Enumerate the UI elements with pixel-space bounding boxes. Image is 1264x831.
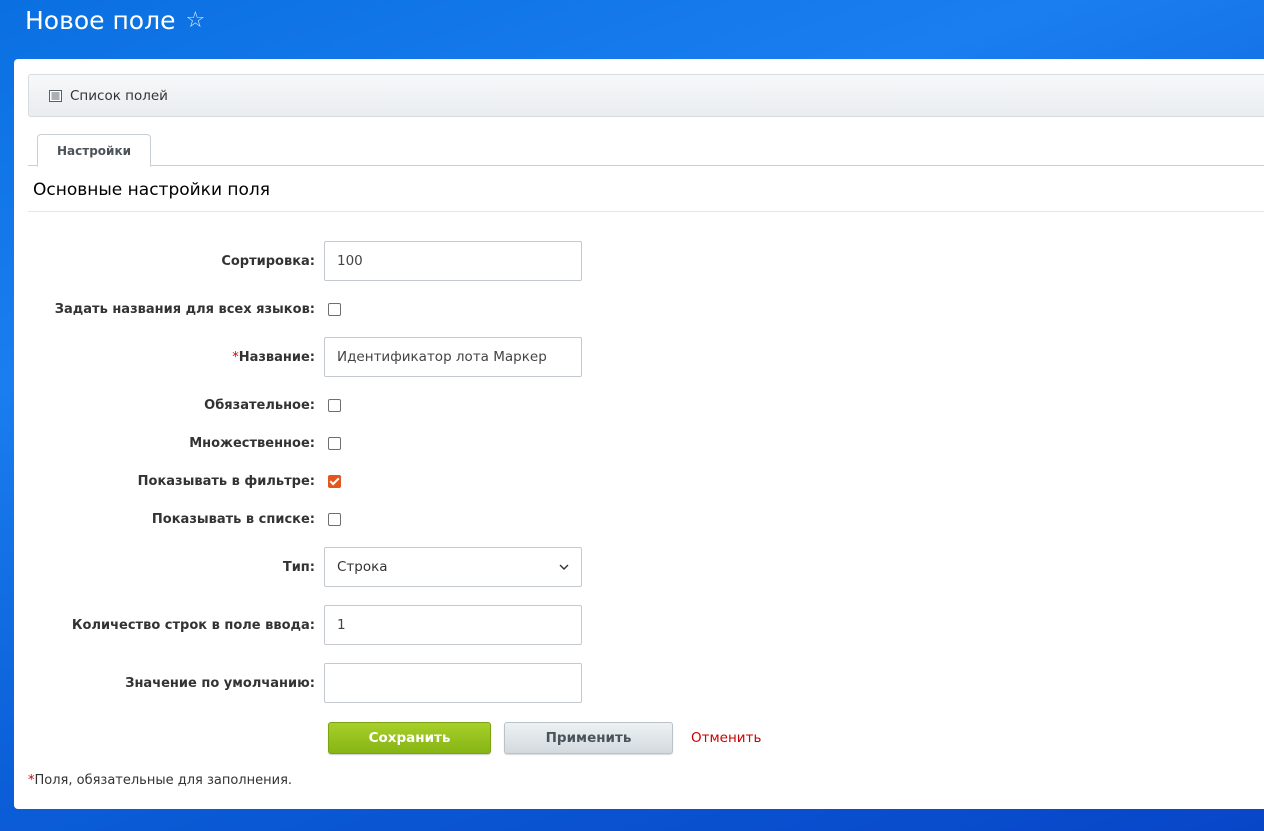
row-name: *Название:: [14, 337, 1254, 377]
default-value-input[interactable]: [324, 663, 582, 703]
type-select-value: Строка: [337, 559, 388, 575]
all-languages-checkbox[interactable]: [328, 302, 341, 316]
page-title-text: Новое поле: [25, 6, 176, 35]
apply-button[interactable]: Применить: [504, 722, 673, 754]
name-label: *Название:: [14, 350, 324, 365]
row-rows-count: Количество строк в поле ввода:: [14, 605, 1254, 645]
rows-count-label: Количество строк в поле ввода:: [71, 617, 315, 633]
row-default-value: Значение по умолчанию:: [14, 663, 1254, 703]
tab-settings[interactable]: Настройки: [37, 134, 152, 167]
row-all-languages: Задать названия для всех языков:: [14, 300, 1254, 318]
tab-bar: Настройки: [28, 133, 1264, 167]
form-buttons: Сохранить Применить Отменить: [328, 722, 761, 754]
field-list-button[interactable]: Список полей: [49, 88, 168, 104]
rows-count-input[interactable]: [324, 605, 582, 645]
mandatory-label: Обязательное:: [204, 397, 315, 413]
section-divider: [28, 211, 1264, 212]
multiple-checkbox[interactable]: [328, 436, 341, 450]
show-in-list-label: Показывать в списке:: [151, 511, 315, 527]
footnote-text: Поля, обязательные для заполнения.: [34, 773, 293, 788]
toolbar: Список полей: [28, 74, 1264, 117]
chevron-down-icon: [559, 564, 569, 570]
list-icon: [49, 89, 62, 102]
cancel-link[interactable]: Отменить: [691, 730, 761, 746]
sort-input[interactable]: [324, 241, 582, 281]
row-mandatory: Обязательное:: [14, 396, 1254, 414]
show-in-list-checkbox[interactable]: [328, 512, 341, 526]
row-type: Тип: Строка: [14, 547, 1254, 587]
row-show-in-list: Показывать в списке:: [14, 510, 1254, 528]
show-in-filter-label: Показывать в фильтре:: [137, 473, 315, 489]
type-select[interactable]: Строка: [324, 547, 582, 587]
name-input[interactable]: [324, 337, 582, 377]
default-value-label: Значение по умолчанию:: [125, 675, 315, 691]
multiple-label: Множественное:: [189, 435, 315, 451]
row-multiple: Множественное:: [14, 434, 1254, 452]
type-label: Тип:: [282, 559, 315, 575]
all-languages-label: Задать названия для всех языков:: [54, 301, 315, 317]
row-show-in-filter: Показывать в фильтре:: [14, 472, 1254, 490]
save-button[interactable]: Сохранить: [328, 722, 491, 754]
name-label-text: Название:: [238, 349, 315, 365]
sort-label: Сортировка:: [221, 253, 315, 269]
row-sort: Сортировка:: [14, 241, 1254, 281]
required-footnote: *Поля, обязательные для заполнения.: [28, 773, 292, 788]
star-icon[interactable]: ☆: [185, 8, 205, 33]
page-title: Новое поле ☆: [25, 6, 205, 35]
mandatory-checkbox[interactable]: [328, 398, 341, 412]
field-list-label: Список полей: [70, 87, 168, 104]
main-panel: Список полей Настройки Основные настройк…: [14, 59, 1264, 809]
show-in-filter-checkbox[interactable]: [328, 474, 341, 488]
section-title: Основные настройки поля: [33, 180, 271, 200]
